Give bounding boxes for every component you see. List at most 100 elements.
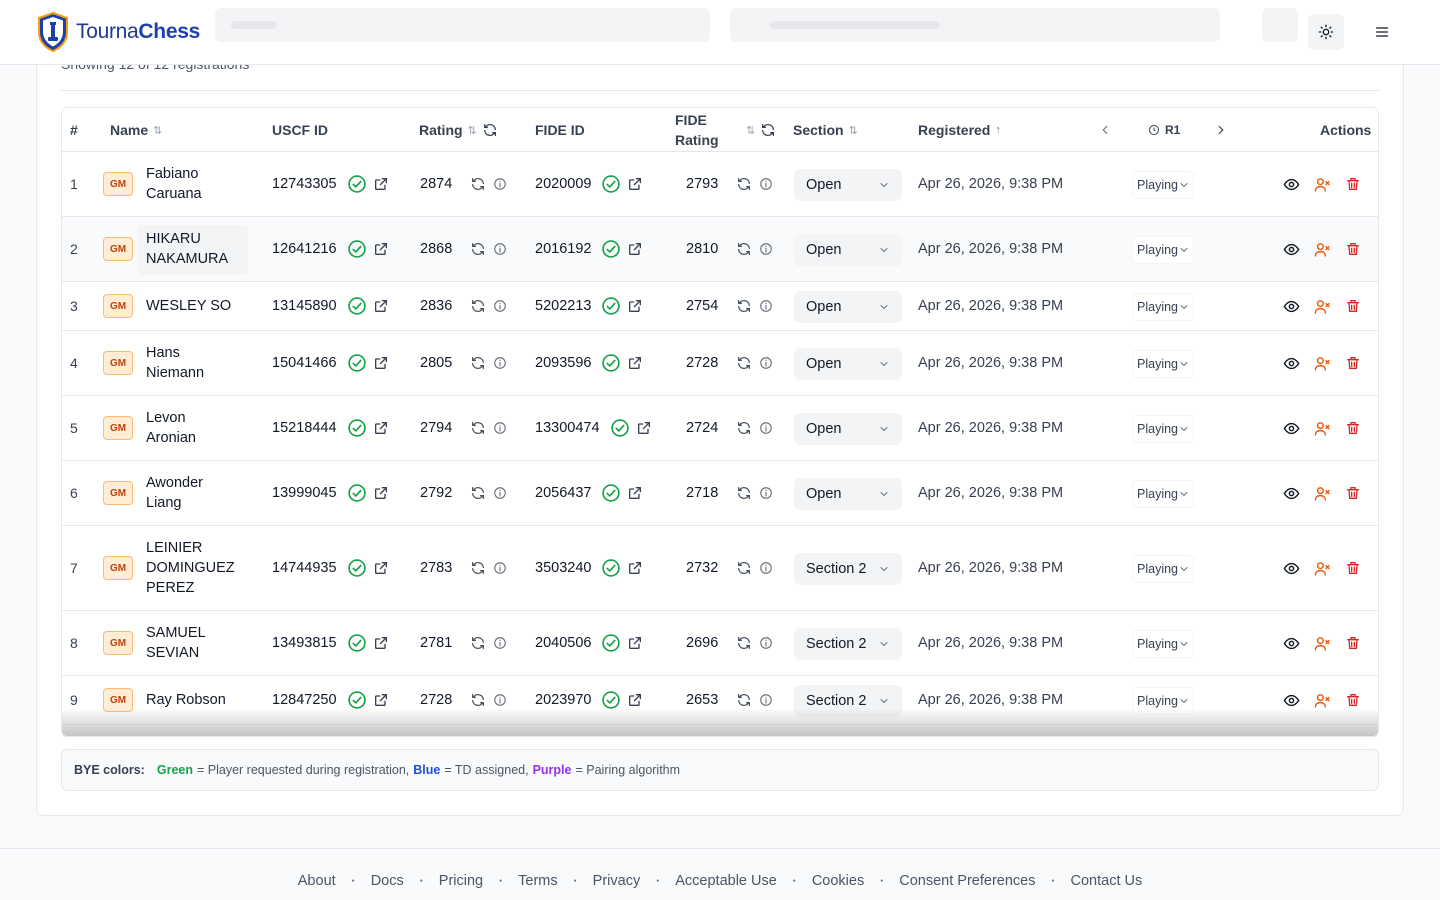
info-icon[interactable] (493, 242, 507, 256)
external-link-icon[interactable] (627, 485, 643, 501)
footer-link[interactable]: About (298, 873, 336, 889)
footer-link[interactable]: Acceptable Use (675, 873, 777, 889)
round-status-select[interactable]: Playing (1132, 170, 1194, 199)
player-name[interactable]: Awonder Liang (146, 461, 203, 525)
external-link-icon[interactable] (373, 635, 389, 651)
refresh-icon[interactable] (482, 122, 498, 138)
player-name[interactable]: Levon Aronian (146, 396, 196, 460)
section-select[interactable]: Open (794, 477, 902, 510)
eye-icon[interactable] (1283, 692, 1300, 709)
eye-icon[interactable] (1283, 355, 1300, 372)
player-name[interactable]: Hans Niemann (146, 331, 204, 395)
sort-icon[interactable]: ⇅ (746, 124, 755, 137)
eye-icon[interactable] (1283, 485, 1300, 502)
trash-icon[interactable] (1345, 485, 1361, 501)
theme-toggle-button[interactable] (1308, 14, 1344, 50)
eye-icon[interactable] (1283, 560, 1300, 577)
round-status-select[interactable]: Playing (1132, 554, 1194, 583)
col-rating[interactable]: Rating ⇅ (419, 108, 498, 152)
eye-icon[interactable] (1283, 635, 1300, 652)
info-icon[interactable] (493, 561, 507, 575)
trash-icon[interactable] (1345, 355, 1361, 371)
info-icon[interactable] (493, 486, 507, 500)
user-remove-icon[interactable] (1314, 176, 1331, 193)
footer-link[interactable]: Contact Us (1071, 873, 1143, 889)
info-icon[interactable] (493, 636, 507, 650)
trash-icon[interactable] (1345, 298, 1361, 314)
footer-link[interactable]: Consent Preferences (899, 873, 1035, 889)
external-link-icon[interactable] (627, 298, 643, 314)
info-icon[interactable] (759, 421, 773, 435)
refresh-icon[interactable] (470, 560, 486, 576)
player-name[interactable]: HIKARU NAKAMURA (146, 217, 228, 281)
footer-link[interactable]: Terms (518, 873, 557, 889)
user-remove-icon[interactable] (1314, 560, 1331, 577)
refresh-icon[interactable] (470, 692, 486, 708)
external-link-icon[interactable] (373, 560, 389, 576)
refresh-icon[interactable] (736, 241, 752, 257)
info-icon[interactable] (759, 561, 773, 575)
section-select[interactable]: Open (794, 412, 902, 445)
info-icon[interactable] (759, 636, 773, 650)
refresh-icon[interactable] (736, 635, 752, 651)
col-name[interactable]: Name ⇅ (110, 108, 162, 152)
footer-link[interactable]: Cookies (812, 873, 864, 889)
external-link-icon[interactable] (627, 241, 643, 257)
round-status-select[interactable]: Playing (1132, 235, 1194, 264)
external-link-icon[interactable] (627, 176, 643, 192)
footer-link[interactable]: Pricing (439, 873, 483, 889)
refresh-icon[interactable] (736, 420, 752, 436)
col-registered[interactable]: Registered ↑ (918, 108, 1001, 152)
external-link-icon[interactable] (373, 485, 389, 501)
section-select[interactable]: Section 2 (794, 627, 902, 660)
refresh-icon[interactable] (470, 485, 486, 501)
info-icon[interactable] (759, 177, 773, 191)
info-icon[interactable] (493, 177, 507, 191)
external-link-icon[interactable] (373, 241, 389, 257)
refresh-icon[interactable] (736, 692, 752, 708)
info-icon[interactable] (493, 693, 507, 707)
refresh-icon[interactable] (470, 355, 486, 371)
info-icon[interactable] (759, 693, 773, 707)
user-remove-icon[interactable] (1314, 420, 1331, 437)
user-remove-icon[interactable] (1314, 692, 1331, 709)
external-link-icon[interactable] (627, 355, 643, 371)
refresh-icon[interactable] (736, 560, 752, 576)
round-status-select[interactable]: Playing (1132, 479, 1194, 508)
footer-link[interactable]: Privacy (593, 873, 641, 889)
external-link-icon[interactable] (373, 355, 389, 371)
section-select[interactable]: Open (794, 290, 902, 323)
section-select[interactable]: Open (794, 233, 902, 266)
round-prev-button[interactable] (1098, 108, 1112, 152)
section-select[interactable]: Open (794, 347, 902, 380)
eye-icon[interactable] (1283, 420, 1300, 437)
info-icon[interactable] (493, 299, 507, 313)
col-fide-rating[interactable]: FIDE Rating (675, 108, 723, 152)
player-name[interactable]: Fabiano Caruana (146, 152, 202, 216)
round-status-select[interactable]: Playing (1132, 292, 1194, 321)
external-link-icon[interactable] (627, 560, 643, 576)
trash-icon[interactable] (1345, 692, 1361, 708)
refresh-icon[interactable] (470, 241, 486, 257)
eye-icon[interactable] (1283, 298, 1300, 315)
refresh-icon[interactable] (736, 355, 752, 371)
player-name[interactable]: WESLEY SO (146, 282, 231, 330)
section-select[interactable]: Section 2 (794, 684, 902, 717)
eye-icon[interactable] (1283, 176, 1300, 193)
refresh-icon[interactable] (736, 176, 752, 192)
trash-icon[interactable] (1345, 241, 1361, 257)
external-link-icon[interactable] (636, 420, 652, 436)
menu-button[interactable] (1364, 14, 1400, 50)
round-status-select[interactable]: Playing (1132, 686, 1194, 715)
round-next-button[interactable] (1214, 108, 1228, 152)
external-link-icon[interactable] (373, 420, 389, 436)
user-remove-icon[interactable] (1314, 241, 1331, 258)
user-remove-icon[interactable] (1314, 298, 1331, 315)
user-remove-icon[interactable] (1314, 355, 1331, 372)
info-icon[interactable] (759, 242, 773, 256)
section-select[interactable]: Open (794, 168, 902, 201)
user-remove-icon[interactable] (1314, 635, 1331, 652)
section-select[interactable]: Section 2 (794, 552, 902, 585)
round-status-select[interactable]: Playing (1132, 414, 1194, 443)
refresh-icon[interactable] (470, 635, 486, 651)
